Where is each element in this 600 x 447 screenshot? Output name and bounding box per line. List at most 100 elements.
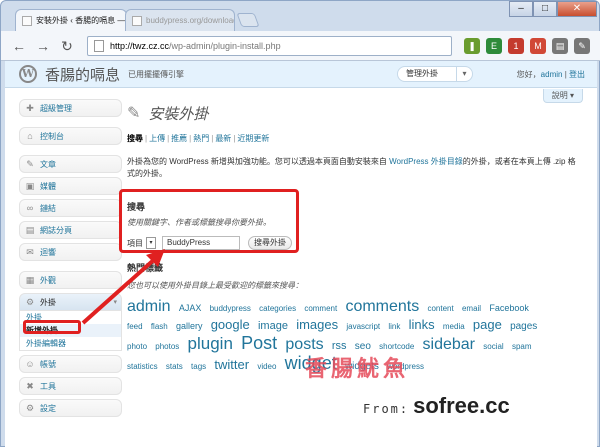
tag-link[interactable]: Facebook: [489, 303, 529, 313]
subsub-link[interactable]: 上傳: [149, 134, 165, 143]
tag-link[interactable]: social: [483, 342, 503, 351]
tag-link[interactable]: photos: [155, 342, 179, 351]
menu-item-tools[interactable]: ✖ 工具: [19, 377, 122, 395]
watermark-from: From:: [363, 402, 410, 416]
wp-header: W 香腸的嗝息 已用擺擺傳引擎 管理外掛 ▾ 您好，admin | 登出: [5, 61, 597, 88]
tag-link[interactable]: content: [427, 304, 453, 313]
menu-item-comments[interactable]: ✉ 迴響: [19, 243, 122, 261]
chevron-down-icon[interactable]: ▾: [456, 67, 472, 81]
page-favicon-icon: [22, 15, 32, 26]
tag-link[interactable]: stats: [166, 362, 183, 371]
menu-item-dashboard[interactable]: ⌂ 控制台: [19, 127, 122, 145]
user-name-link[interactable]: admin: [541, 70, 563, 79]
submenu-item[interactable]: 外掛編輯器: [20, 337, 121, 350]
menu-item-plugins[interactable]: ⚙ 外掛 ▾: [19, 293, 122, 311]
minimize-button[interactable]: –: [509, 1, 533, 17]
tag-link[interactable]: media: [443, 322, 465, 331]
menu-item-label: 鏈結: [40, 203, 56, 213]
tag-link[interactable]: email: [462, 304, 481, 313]
tag-link[interactable]: comments: [345, 298, 419, 315]
subsub-link[interactable]: 最新: [215, 134, 231, 143]
menu-item-super-admin[interactable]: ✚ 超級管理: [19, 99, 122, 117]
subsub-link[interactable]: 近期更新: [237, 134, 269, 143]
separator: |: [167, 134, 170, 143]
tag-link[interactable]: links: [409, 317, 435, 332]
wp-admin-page: W 香腸的嗝息 已用擺擺傳引擎 管理外掛 ▾ 您好，admin | 登出 說明 …: [5, 61, 597, 447]
tag-link[interactable]: gallery: [176, 321, 203, 331]
tag-link[interactable]: AJAX: [179, 303, 202, 313]
forward-button[interactable]: →: [33, 36, 53, 56]
page-menu-icon[interactable]: ▤: [552, 37, 568, 54]
evernote-icon[interactable]: E: [486, 37, 502, 54]
posts-icon: ✎: [26, 159, 34, 169]
tag-link[interactable]: flash: [151, 322, 168, 331]
menu-item-pages[interactable]: ▤ 網誌分頁: [19, 221, 122, 239]
tags-hint: 您也可以使用外掛目錄上最受歡迎的標籤來搜尋：: [127, 281, 303, 290]
window-controls: – □ ✕: [509, 1, 597, 17]
tag-link[interactable]: spam: [512, 342, 532, 351]
menu-item-posts[interactable]: ✎ 文章: [19, 155, 122, 173]
intro-text: 外掛為您的 WordPress 新增與加強功能。您可以透過本頁面自動安裝來自 W…: [127, 156, 583, 180]
settings-icon: ⚙: [25, 403, 35, 413]
media-icon: ▣: [25, 181, 35, 191]
tag-link[interactable]: shortcode: [379, 342, 414, 351]
menu-item-appearance[interactable]: ▦ 外觀: [19, 271, 122, 289]
tag-link[interactable]: twitter: [214, 357, 249, 372]
logout-link[interactable]: 登出: [569, 70, 585, 79]
tag-link[interactable]: tags: [191, 362, 206, 371]
tag-link[interactable]: comment: [304, 304, 337, 313]
menu-item-links[interactable]: ∞ 鏈結: [19, 199, 122, 217]
tag-link[interactable]: feed: [127, 322, 143, 331]
address-bar[interactable]: http://twz.cz.cc /wp-admin/plugin-instal…: [87, 35, 452, 56]
menu-item-users[interactable]: ☺ 帳號: [19, 355, 122, 373]
tag-link[interactable]: pages: [510, 321, 537, 332]
wrench-icon[interactable]: ✎: [574, 37, 590, 54]
tag-link[interactable]: video: [257, 362, 276, 371]
tag-link[interactable]: link: [388, 322, 400, 331]
menu-item-label: 媒體: [40, 181, 56, 191]
page-icon: [94, 39, 104, 52]
watermark-domain: sofree.cc: [413, 393, 510, 418]
bookmark-icon[interactable]: ❚: [464, 37, 480, 54]
tag-link[interactable]: google: [211, 317, 250, 332]
super-admin-icon: ✚: [26, 103, 34, 113]
tag-link[interactable]: javascript: [346, 322, 380, 331]
tags-heading: 熱門標籤: [127, 263, 164, 273]
separator: |: [145, 134, 148, 143]
chevron-down-icon[interactable]: ▾: [113, 298, 117, 306]
menu-item-media[interactable]: ▣ 媒體: [19, 177, 122, 195]
tag-link[interactable]: buddypress: [210, 304, 251, 313]
tag-link[interactable]: categories: [259, 304, 296, 313]
back-button[interactable]: ←: [9, 36, 29, 56]
tab-active[interactable]: 安裝外掛 ‹ 香腸的嗝息 —… ×: [15, 9, 127, 31]
site-title[interactable]: 香腸的嗝息: [45, 64, 120, 85]
maximize-button[interactable]: □: [533, 1, 557, 17]
subsub-nav: 搜尋 | 上傳 | 推薦 | 熱門 | 最新 | 近期更新: [127, 133, 589, 144]
favorite-actions-dropdown[interactable]: 管理外掛 ▾: [397, 66, 473, 82]
feedly-icon[interactable]: 1: [508, 37, 524, 54]
tag-link[interactable]: sidebar: [423, 336, 475, 353]
tag-link[interactable]: statistics: [127, 362, 158, 371]
subsub-link[interactable]: 搜尋: [127, 134, 143, 143]
tab-inactive[interactable]: buddypress.org/download ×: [125, 9, 235, 31]
tag-link[interactable]: page: [473, 317, 502, 332]
subsub-link[interactable]: 推薦: [171, 134, 187, 143]
close-window-button[interactable]: ✕: [557, 1, 597, 17]
extension-icons: ❚ E 1 M ▤ ✎: [464, 37, 590, 54]
subsub-link[interactable]: 熱門: [193, 134, 209, 143]
tools-icon: ✖: [26, 381, 34, 391]
tag-link[interactable]: images: [296, 317, 338, 332]
browser-window: 安裝外掛 ‹ 香腸的嗝息 —… × buddypress.org/downloa…: [0, 0, 600, 447]
tag-link[interactable]: Post: [241, 333, 277, 353]
tag-link[interactable]: photo: [127, 342, 147, 351]
reload-button[interactable]: ↻: [57, 36, 77, 56]
plugin-directory-link[interactable]: WordPress 外掛目錄: [389, 157, 463, 166]
new-tab-button[interactable]: [236, 13, 260, 27]
gmail-icon[interactable]: M: [530, 37, 546, 54]
menu-item-settings[interactable]: ⚙ 設定: [19, 399, 122, 417]
tag-link[interactable]: admin: [127, 298, 171, 315]
wordpress-logo-icon: W: [19, 65, 37, 83]
appearance-icon: ▦: [25, 275, 35, 285]
tag-link[interactable]: plugin: [188, 334, 233, 353]
tag-link[interactable]: image: [258, 320, 288, 332]
